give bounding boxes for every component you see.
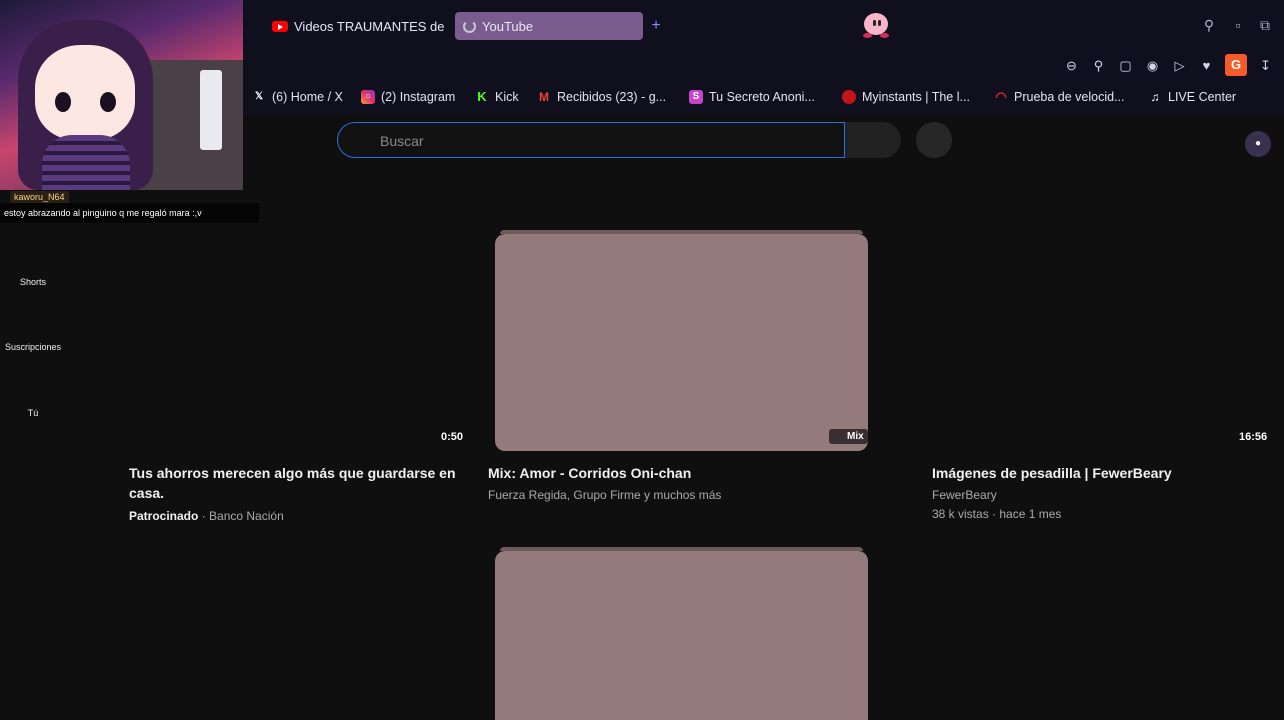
video-duration: 16:56 <box>1239 431 1268 443</box>
account-avatar[interactable]: ● <box>1245 131 1271 157</box>
tab-youtube[interactable]: YouTube <box>455 12 643 40</box>
bookmark-kick[interactable]: K Kick <box>475 88 519 106</box>
video-title-line: casa. <box>129 485 165 501</box>
sidebar-item-subscriptions[interactable]: Suscripciones <box>0 342 66 352</box>
secret-icon: S <box>689 90 703 104</box>
bookmark-speedtest[interactable]: ◠ Prueba de velocid... <box>994 88 1125 106</box>
bookmark-instagram[interactable]: ○ (2) Instagram <box>361 88 455 106</box>
advertiser-name[interactable]: Banco Nación <box>209 509 284 523</box>
voice-search-button[interactable] <box>916 122 952 158</box>
bookmark-label: (2) Instagram <box>381 90 456 104</box>
play-icon[interactable]: ▷ <box>1171 57 1188 74</box>
tab-videos-traumantes[interactable]: Videos TRAUMANTES de <box>264 12 444 40</box>
search-input[interactable] <box>380 131 820 151</box>
video-thumbnail[interactable] <box>495 551 868 720</box>
bookmark-label: Prueba de velocid... <box>1014 90 1125 104</box>
video-meta: Patrocinado · Banco Nación <box>129 509 284 523</box>
bookmark-tu-secreto[interactable]: S Tu Secreto Anoni... <box>689 88 815 106</box>
video-channel[interactable]: FewerBeary <box>932 486 997 504</box>
video-title[interactable]: Imágenes de pesadilla | FewerBeary <box>932 463 1272 483</box>
grammarly-icon[interactable]: G <box>1225 54 1247 76</box>
bookmark-label: Tu Secreto Anoni... <box>709 90 815 104</box>
zoom-out-icon[interactable]: ⊖ <box>1063 57 1080 74</box>
instagram-icon: ○ <box>361 90 375 104</box>
minimize-icon[interactable]: ▫ <box>1229 16 1247 34</box>
search-box[interactable] <box>337 122 845 158</box>
kirby-icon <box>861 10 891 38</box>
sidebar-item-shorts[interactable]: Shorts <box>0 277 66 287</box>
bookmark-x[interactable]: 𝕏 (6) Home / X <box>252 88 343 106</box>
extension-toolbar: ⊖ ⚲ ▢ ◉ ▷ ♥ G ↧ <box>1063 54 1274 76</box>
screenshot-icon[interactable]: ▢ <box>1117 57 1134 74</box>
gmail-icon: M <box>539 90 549 104</box>
tab-label: YouTube <box>482 18 534 34</box>
sidebar-item-you[interactable]: Tú <box>0 408 66 418</box>
screen: Videos TRAUMANTES de YouTube + ⚲ ▫ ⧉ ⊖ ⚲… <box>0 0 1284 720</box>
heart-icon[interactable]: ♥ <box>1198 57 1215 74</box>
sponsored-label: Patrocinado <box>129 509 199 523</box>
myinstants-icon <box>842 90 856 104</box>
pocket-icon[interactable]: ◉ <box>1144 57 1161 74</box>
bookmark-label: (6) Home / X <box>272 90 343 104</box>
bookmark-live-center[interactable]: ♫ LIVE Center <box>1148 88 1237 106</box>
pin-icon[interactable]: ⚲ <box>1090 57 1107 74</box>
bookmark-label: LIVE Center <box>1168 90 1237 104</box>
mix-badge: Mix <box>829 429 868 444</box>
video-title[interactable]: Tus ahorros merecen algo más que guardar… <box>129 463 469 503</box>
tiktok-icon: ♫ <box>1150 90 1160 104</box>
video-channel[interactable]: Fuerza Regida, Grupo Firme y muchos más <box>488 486 878 504</box>
search-tabs-icon[interactable]: ⚲ <box>1200 16 1218 34</box>
video-title[interactable]: Mix: Amor - Corridos Oni-chan <box>488 463 878 483</box>
loading-spinner-icon <box>463 19 476 33</box>
bookmark-label: Kick <box>495 90 519 104</box>
video-title-line: Tus ahorros merecen algo más que guardar… <box>129 465 456 481</box>
bookmark-myinstants[interactable]: Myinstants | The l... <box>842 88 970 106</box>
video-duration: 0:50 <box>441 431 464 443</box>
video-thumbnail[interactable] <box>495 234 868 451</box>
chat-username: kaworu_N64 <box>10 191 69 203</box>
tab-label: Videos TRAUMANTES de <box>294 18 444 34</box>
x-icon: 𝕏 <box>254 91 264 102</box>
bookmark-gmail[interactable]: M Recibidos (23) - g... <box>537 88 666 106</box>
search-button[interactable] <box>845 122 901 158</box>
webcam-overlay <box>0 0 243 190</box>
chat-message: estoy abrazando al pinguino q me regaló … <box>0 203 259 223</box>
bookmark-label: Recibidos (23) - g... <box>557 90 667 104</box>
bookmark-label: Myinstants | The l... <box>862 90 970 104</box>
kick-icon: K <box>477 89 487 104</box>
video-stats: 38 k vistas · hace 1 mes <box>932 507 1062 521</box>
youtube-icon <box>272 20 288 32</box>
new-tab-button[interactable]: + <box>646 16 666 36</box>
speedtest-icon: ◠ <box>995 89 1007 104</box>
download-icon[interactable]: ↧ <box>1257 57 1274 74</box>
restore-icon[interactable]: ⧉ <box>1256 16 1274 34</box>
